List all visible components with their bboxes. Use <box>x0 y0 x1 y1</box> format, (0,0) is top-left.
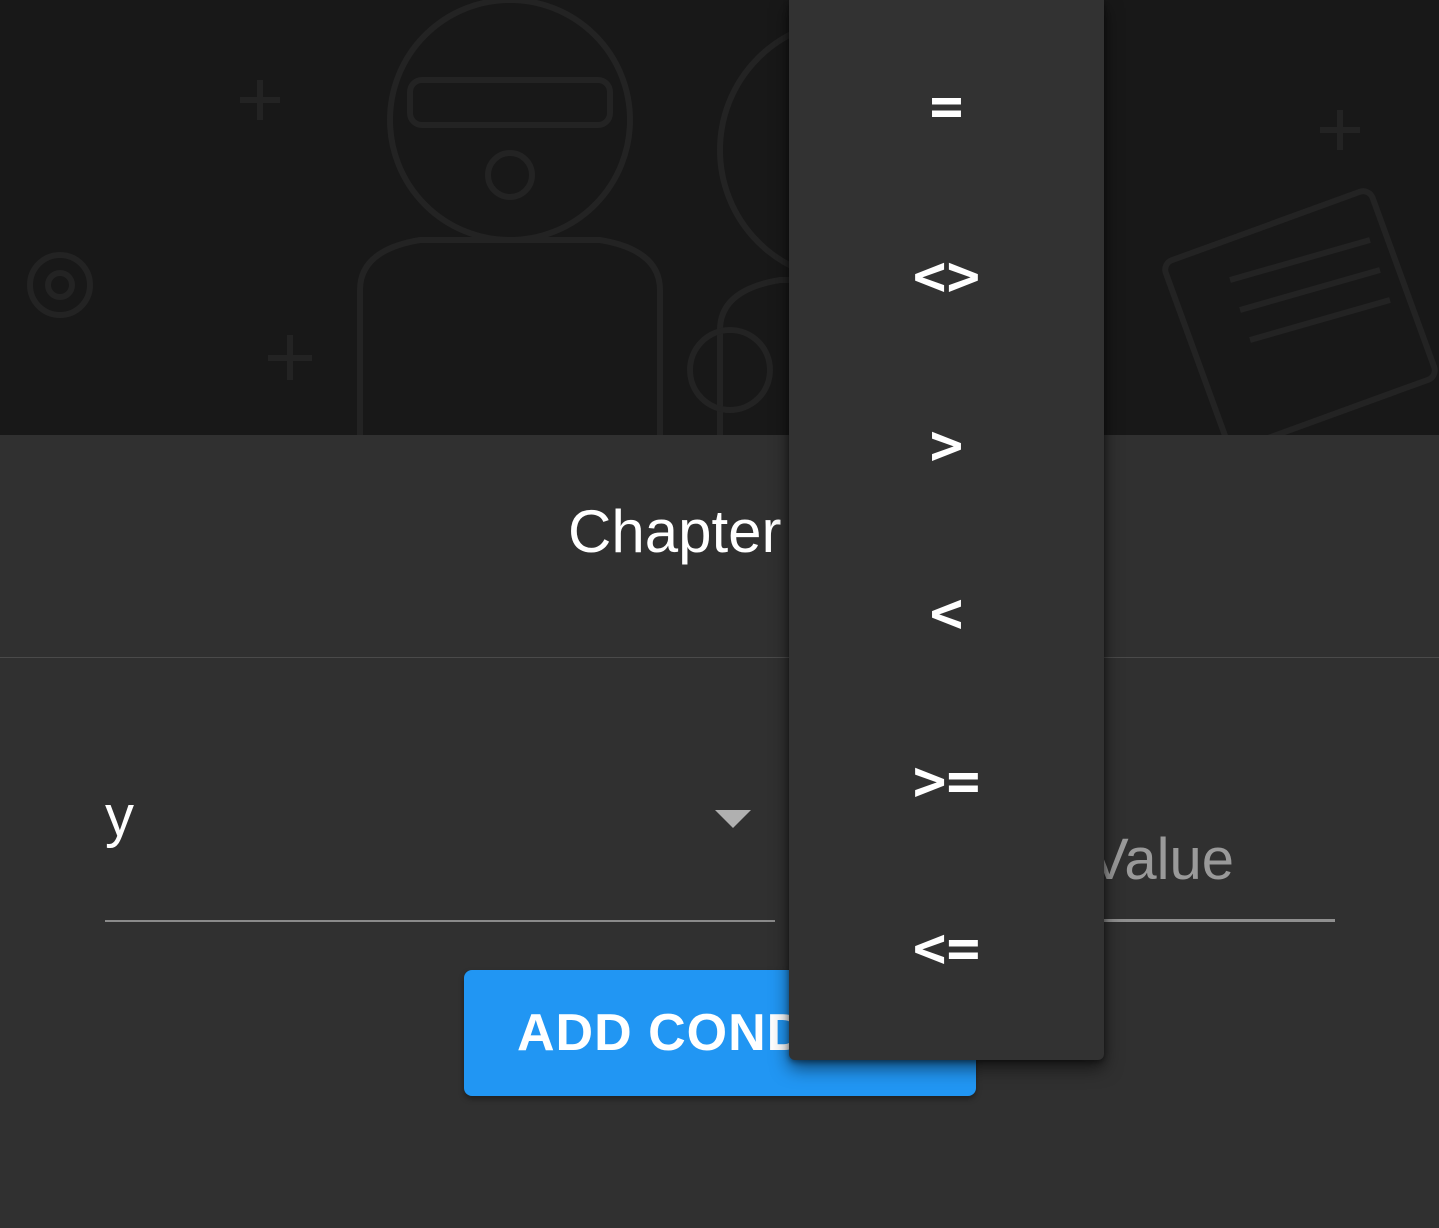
operator-option-less-than[interactable]: < <box>789 529 1104 697</box>
filter-dialog-screen: Chapter y ADD CONDITION = <> > < >= <= <box>0 0 1439 1228</box>
operator-option-equal[interactable]: = <box>789 22 1104 190</box>
field-select[interactable]: y <box>105 760 775 922</box>
header-banner <box>0 0 1439 435</box>
operator-dropdown-menu: = <> > < >= <= <box>789 0 1104 1060</box>
dialog-title: Chapter <box>568 498 782 565</box>
field-select-value: y <box>105 784 134 849</box>
operator-option-greater-or-equal[interactable]: >= <box>789 697 1104 865</box>
operator-option-greater-than[interactable]: > <box>789 361 1104 529</box>
operator-option-not-equal[interactable]: <> <box>789 192 1104 360</box>
dropdown-arrow-icon[interactable] <box>715 810 751 828</box>
operator-option-less-or-equal[interactable]: <= <box>789 864 1104 1032</box>
banner-illustration <box>27 0 1438 435</box>
